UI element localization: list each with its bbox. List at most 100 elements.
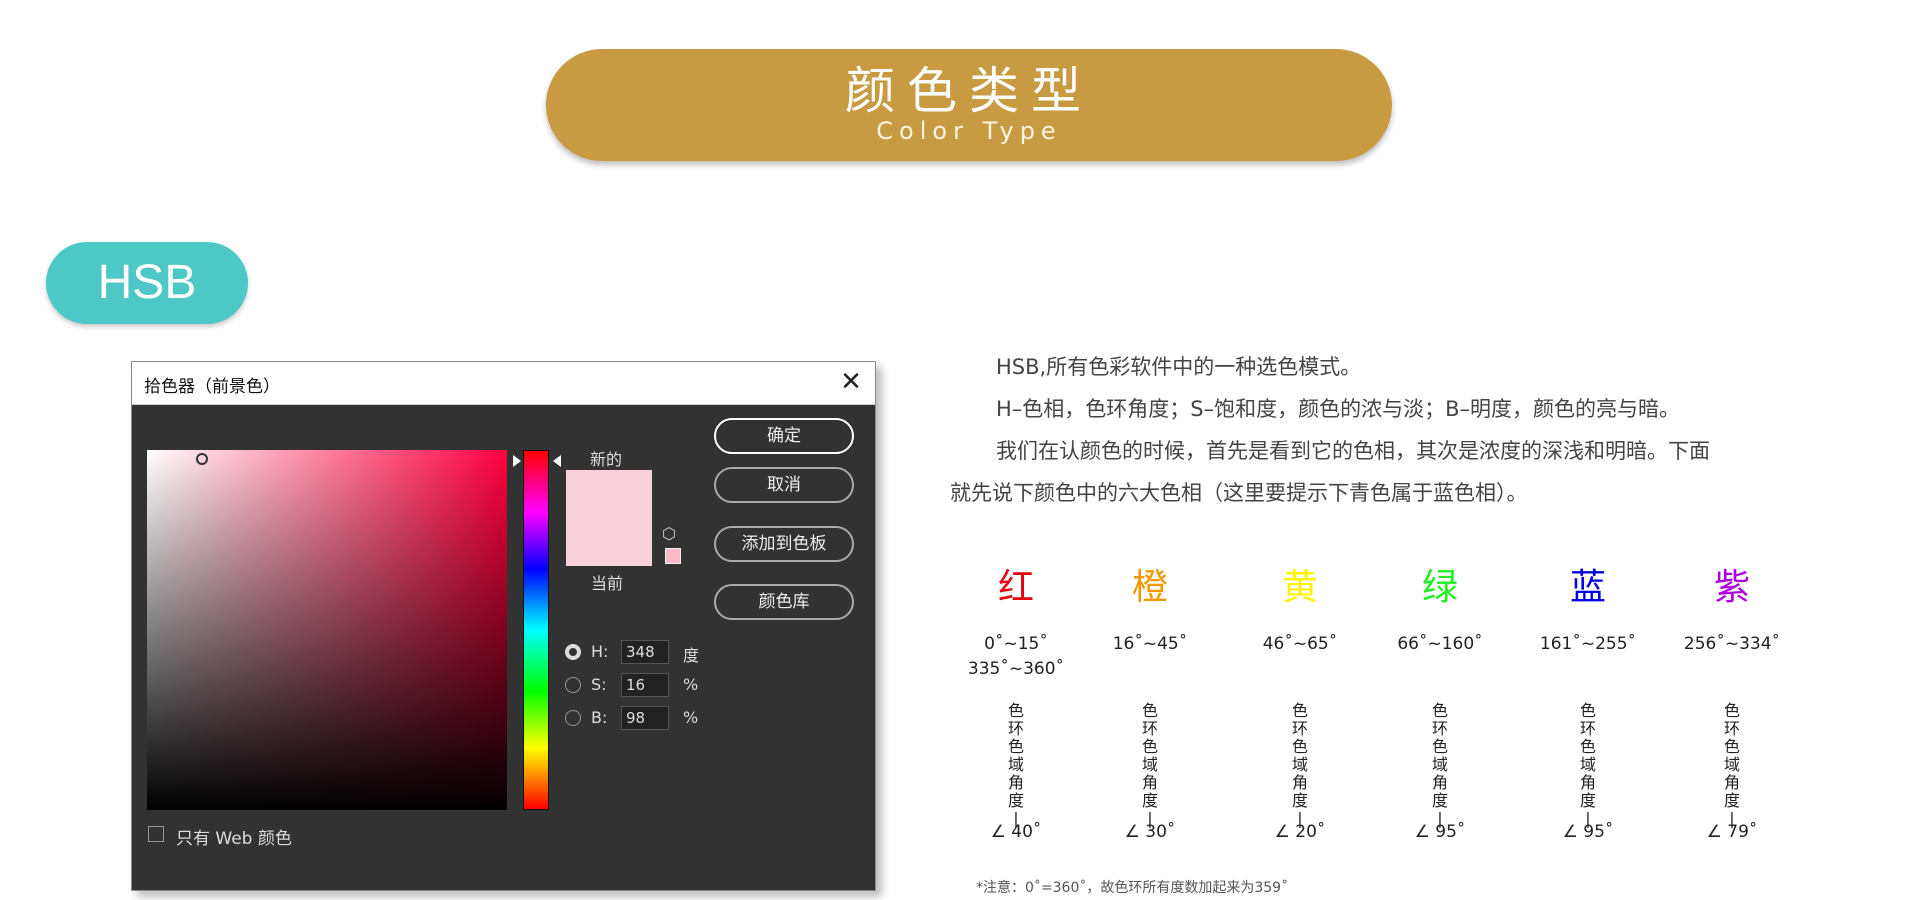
hue-vertical-label: 色环色域角度 | [1245,702,1355,828]
saturation-unit: % [683,675,699,694]
hue-vertical-label: 色环色域角度 | [961,702,1071,828]
color-picker-dialog: 拾色器（前景色） ✕ 新的 当前 ⬡ 确定 取消 添加到色板 颜色库 H: 度 … [131,361,876,891]
vertical-label-char: 环 [1723,719,1740,738]
paragraph-3b: 就先说下颜色中的六大色相（这里要提示下青色属于蓝色相）。 [950,481,1528,505]
vertical-label-char: 域 [1141,755,1158,774]
hue-range-primary: 0˚~15˚ [984,634,1048,654]
hue-range: 0˚~15˚ 335˚~360˚ [961,632,1071,682]
cancel-button[interactable]: 取消 [714,467,854,503]
vertical-label-char: 色 [1431,701,1448,720]
vertical-label-char: 度 [1291,791,1308,810]
hue-name: 紫 [1713,567,1750,608]
web-colors-only-label: 只有 Web 颜色 [176,829,292,849]
hue-angle: ∠ 20˚ [1274,822,1326,842]
vertical-label-char: 色 [1007,701,1024,720]
web-safe-cube-icon[interactable]: ⬡ [662,525,680,543]
vertical-label-char: 色 [1579,737,1596,756]
title-english: Color Type [876,117,1062,145]
hue-name: 蓝 [1569,567,1606,608]
hue-slider-arrow-left-icon[interactable] [513,455,521,467]
hue-range: 161˚~255˚ [1533,632,1643,657]
vertical-label-char: 色 [1291,701,1308,720]
hue-radio[interactable] [565,644,581,660]
hue-name: 橙 [1131,567,1168,608]
hue-range-primary: 161˚~255˚ [1539,634,1637,654]
hue-angle: ∠ 95˚ [1562,822,1614,842]
description-text: HSB,所有色彩软件中的一种选色模式。 H–色相，色环角度；S–饱和度，颜色的浓… [950,346,1830,514]
paragraph-3a: 我们在认颜色的时候，首先是看到它的色相，其次是浓度的深浅和明暗。下面 [996,439,1710,463]
hue-range-primary: 256˚~334˚ [1683,634,1781,654]
vertical-label-char: 域 [1291,755,1308,774]
hue-range: 46˚~65˚ [1245,632,1355,657]
new-color-label: 新的 [590,450,623,469]
add-to-swatches-button[interactable]: 添加到色板 [714,526,854,562]
saturation-brightness-field[interactable] [147,450,507,810]
hue-angle: ∠ 79˚ [1706,822,1758,842]
vertical-label-char: 度 [1579,791,1596,810]
hue-slider[interactable] [523,450,549,810]
vertical-label-char: 环 [1431,719,1448,738]
hue-angle: ∠ 30˚ [1124,822,1176,842]
hue-angle: ∠ 40˚ [990,822,1042,842]
vertical-label-char: 色 [1141,701,1158,720]
hue-name: 黄 [1281,567,1318,608]
vertical-label-char: 角 [1431,773,1448,792]
vertical-label-char: 环 [1579,719,1596,738]
paragraph-1: HSB,所有色彩软件中的一种选色模式。 [996,355,1362,379]
hue-name: 绿 [1421,567,1458,608]
hue-range-primary: 46˚~65˚ [1262,634,1338,654]
vertical-label-char: 角 [1579,773,1596,792]
brightness-label: B: [591,708,608,727]
hue-vertical-label: 色环色域角度 | [1095,702,1205,828]
color-libraries-button[interactable]: 颜色库 [714,584,854,620]
vertical-label-char: 度 [1141,791,1158,810]
vertical-label-char: 角 [1723,773,1740,792]
vertical-label-char: 色 [1141,737,1158,756]
vertical-label-char: 环 [1291,719,1308,738]
vertical-label-char: 域 [1431,755,1448,774]
hue-unit: 度 [683,646,700,665]
vertical-label-char: 环 [1141,719,1158,738]
vertical-label-char: 度 [1007,791,1024,810]
vertical-label-char: 色 [1007,737,1024,756]
saturation-radio[interactable] [565,677,581,693]
hue-vertical-label: 色环色域角度 | [1677,702,1787,828]
brightness-input[interactable] [621,706,669,730]
hue-range: 16˚~45˚ [1095,632,1205,657]
hue-slider-arrow-right-icon[interactable] [553,455,561,467]
hsb-badge: HSB [46,242,248,324]
vertical-label-char: 色 [1723,737,1740,756]
color-cursor[interactable] [196,453,208,465]
dialog-titlebar: 拾色器（前景色） ✕ [132,362,875,405]
vertical-label-char: 色 [1431,737,1448,756]
web-safe-swatch[interactable] [665,548,681,564]
hue-label: H: [591,642,609,661]
web-colors-only-checkbox[interactable] [148,826,164,842]
current-color-label: 当前 [591,574,624,593]
vertical-label-char: 角 [1141,773,1158,792]
hue-range: 256˚~334˚ [1677,632,1787,657]
hue-name: 红 [997,567,1034,608]
brightness-radio[interactable] [565,710,581,726]
saturation-label: S: [591,675,607,694]
hue-vertical-label: 色环色域角度 | [1385,702,1495,828]
vertical-label-char: 度 [1723,791,1740,810]
paragraph-2: H–色相，色环角度；S–饱和度，颜色的浓与淡；B–明度，颜色的亮与暗。 [996,397,1681,421]
hue-range-secondary: 335˚~360˚ [967,659,1065,679]
hue-input[interactable] [621,640,669,664]
dialog-title: 拾色器（前景色） [144,377,280,397]
vertical-label-char: 角 [1007,773,1024,792]
title-banner: 颜色类型 Color Type [546,49,1392,161]
vertical-label-char: 色 [1579,701,1596,720]
ok-button[interactable]: 确定 [714,418,854,454]
current-color-swatch[interactable] [566,518,652,566]
close-icon[interactable]: ✕ [837,368,865,396]
footnote: *注意：0˚=360˚，故色环所有度数加起来为359˚ [976,880,1289,896]
hue-range-primary: 16˚~45˚ [1112,634,1188,654]
brightness-unit: % [683,708,699,727]
hue-range-primary: 66˚~160˚ [1397,634,1483,654]
vertical-label-char: 色 [1723,701,1740,720]
saturation-input[interactable] [621,673,669,697]
vertical-label-char: 域 [1723,755,1740,774]
vertical-label-char: 环 [1007,719,1024,738]
